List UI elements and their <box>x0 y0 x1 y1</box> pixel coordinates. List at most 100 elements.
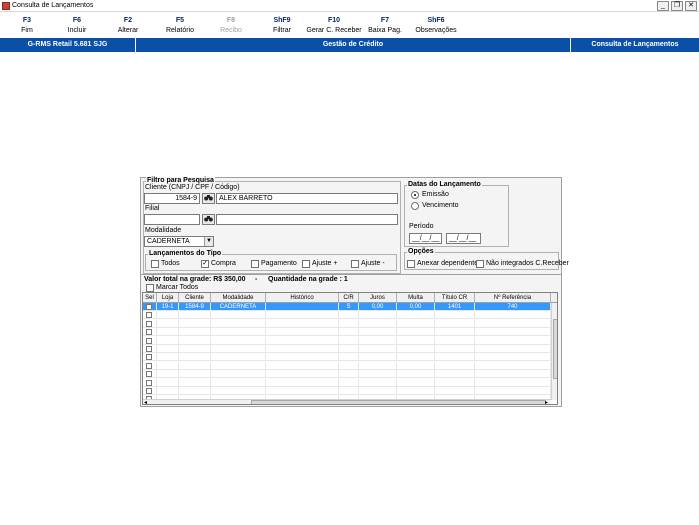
checkbox-box[interactable] <box>146 329 152 336</box>
table-row[interactable] <box>143 361 551 370</box>
observacoes-button[interactable]: ShF6 Observações <box>409 16 463 36</box>
row-select-checkbox[interactable] <box>143 345 157 353</box>
col-cliente[interactable]: Cliente <box>179 293 211 303</box>
row-select-checkbox[interactable] <box>143 336 157 345</box>
scroll-right-icon[interactable]: ▸ <box>545 399 548 404</box>
checkbox-box[interactable] <box>146 354 152 361</box>
table-cell <box>475 361 551 370</box>
horizontal-scrollbar[interactable]: ◂ ▸ <box>143 399 551 404</box>
table-row[interactable] <box>143 328 551 337</box>
tipo-todos-checkbox[interactable] <box>151 260 159 268</box>
table-row[interactable] <box>143 319 551 328</box>
table-cell <box>435 328 475 337</box>
button-label: Observações <box>415 27 457 34</box>
title-bar: Consulta de Lançamentos _ ❐ ✕ <box>0 0 699 12</box>
table-cell <box>339 328 359 337</box>
checkbox-box[interactable] <box>146 362 152 369</box>
periodo-inicio-input[interactable]: __/__/__ <box>409 233 442 244</box>
filial-name-input[interactable] <box>216 214 398 225</box>
table-cell <box>435 387 475 395</box>
table-cell <box>397 370 435 379</box>
col-referencia[interactable]: Nº Referência <box>475 293 551 303</box>
table-cell <box>157 361 179 370</box>
row-select-checkbox[interactable] <box>143 353 157 362</box>
checkbox-box[interactable] <box>146 320 152 327</box>
checkbox-box[interactable] <box>146 346 152 352</box>
tipo-pagamento-checkbox[interactable] <box>251 260 259 268</box>
checkbox-box[interactable] <box>146 379 152 386</box>
table-cell <box>397 336 435 345</box>
row-select-checkbox[interactable] <box>143 387 157 395</box>
row-select-checkbox[interactable] <box>143 303 157 311</box>
col-sel[interactable]: Sel <box>143 293 157 303</box>
table-cell <box>435 378 475 387</box>
shortcut-key: F5 <box>175 17 185 24</box>
alterar-button[interactable]: F2 Alterar <box>101 16 155 36</box>
relatorio-button[interactable]: F5 Relatório <box>153 16 207 36</box>
scroll-thumb[interactable] <box>251 400 546 404</box>
toolbar: F3 Fim F6 Incluir F2 Alterar F5 Relatóri… <box>0 12 699 38</box>
col-cr[interactable]: C/R <box>339 293 359 303</box>
close-button[interactable]: ✕ <box>685 1 697 11</box>
nao-integrados-label: Não integrados C.Receber <box>486 260 569 267</box>
vencimento-radio[interactable] <box>411 202 419 210</box>
col-historico[interactable]: Histórico <box>266 293 339 303</box>
table-cell <box>211 336 266 345</box>
emissao-radio[interactable] <box>411 191 419 199</box>
checkbox-box[interactable] <box>146 304 152 310</box>
tipo-ajuste-menos-checkbox[interactable] <box>351 260 359 268</box>
table-cell <box>266 319 339 328</box>
filial-search-button[interactable] <box>202 214 215 225</box>
col-multa[interactable]: Multa <box>397 293 435 303</box>
tipo-ajuste-mais-checkbox[interactable] <box>302 260 310 268</box>
vertical-scrollbar[interactable] <box>551 303 557 400</box>
row-select-checkbox[interactable] <box>143 311 157 320</box>
fim-button[interactable]: F3 Fim <box>0 16 54 36</box>
scroll-thumb[interactable] <box>553 319 557 379</box>
checkbox-box[interactable] <box>146 337 152 344</box>
checkbox-box[interactable] <box>146 371 152 378</box>
shortcut-key: F8 <box>226 17 236 24</box>
checkbox-box[interactable] <box>146 312 152 319</box>
table-row[interactable] <box>143 353 551 362</box>
nao-integrados-checkbox[interactable] <box>476 260 484 268</box>
baixa-pag-button[interactable]: F7 Baixa Pag. <box>358 16 412 36</box>
row-select-checkbox[interactable] <box>143 319 157 328</box>
restore-button[interactable]: ❐ <box>671 1 683 11</box>
table-cell <box>339 319 359 328</box>
tipo-compra-checkbox[interactable]: ✓ <box>201 260 209 268</box>
table-row[interactable] <box>143 311 551 320</box>
minimize-button[interactable]: _ <box>657 1 669 11</box>
chevron-down-icon[interactable]: ▼ <box>204 237 213 246</box>
table-row[interactable]: 19-1 1584-9 CADERNETA S 0,00 0,00 1401 740 <box>143 303 551 311</box>
row-select-checkbox[interactable] <box>143 328 157 337</box>
table-row[interactable] <box>143 378 551 387</box>
col-juros[interactable]: Juros <box>359 293 397 303</box>
cliente-code-input[interactable]: 1584-9 <box>144 193 200 204</box>
table-row[interactable] <box>143 345 551 353</box>
table-cell <box>211 353 266 362</box>
scroll-left-icon[interactable]: ◂ <box>144 399 147 404</box>
table-row[interactable] <box>143 370 551 379</box>
row-select-checkbox[interactable] <box>143 370 157 379</box>
periodo-fim-input[interactable]: __/__/__ <box>446 233 481 244</box>
cliente-search-button[interactable] <box>202 193 215 204</box>
anexar-dependentes-checkbox[interactable] <box>407 260 415 268</box>
table-row[interactable] <box>143 387 551 395</box>
col-loja[interactable]: Loja <box>157 293 179 303</box>
col-modalidade[interactable]: Modalidade <box>211 293 266 303</box>
table-cell <box>266 336 339 345</box>
row-select-checkbox[interactable] <box>143 378 157 387</box>
filial-code-input[interactable] <box>144 214 200 225</box>
cliente-name-input[interactable]: ALEX BARRETO <box>216 193 398 204</box>
col-titulo-cr[interactable]: Título CR <box>435 293 475 303</box>
incluir-button[interactable]: F6 Incluir <box>50 16 104 36</box>
table-row[interactable] <box>143 336 551 345</box>
gerar-receber-button[interactable]: F10 Gerar C. Receber <box>305 16 363 36</box>
checkbox-box[interactable] <box>146 388 152 394</box>
table-cell <box>211 311 266 320</box>
row-select-checkbox[interactable] <box>143 361 157 370</box>
filtrar-button[interactable]: ShF9 Filtrar <box>255 16 309 36</box>
table-cell <box>397 311 435 320</box>
marcar-todos-checkbox[interactable] <box>146 284 154 292</box>
